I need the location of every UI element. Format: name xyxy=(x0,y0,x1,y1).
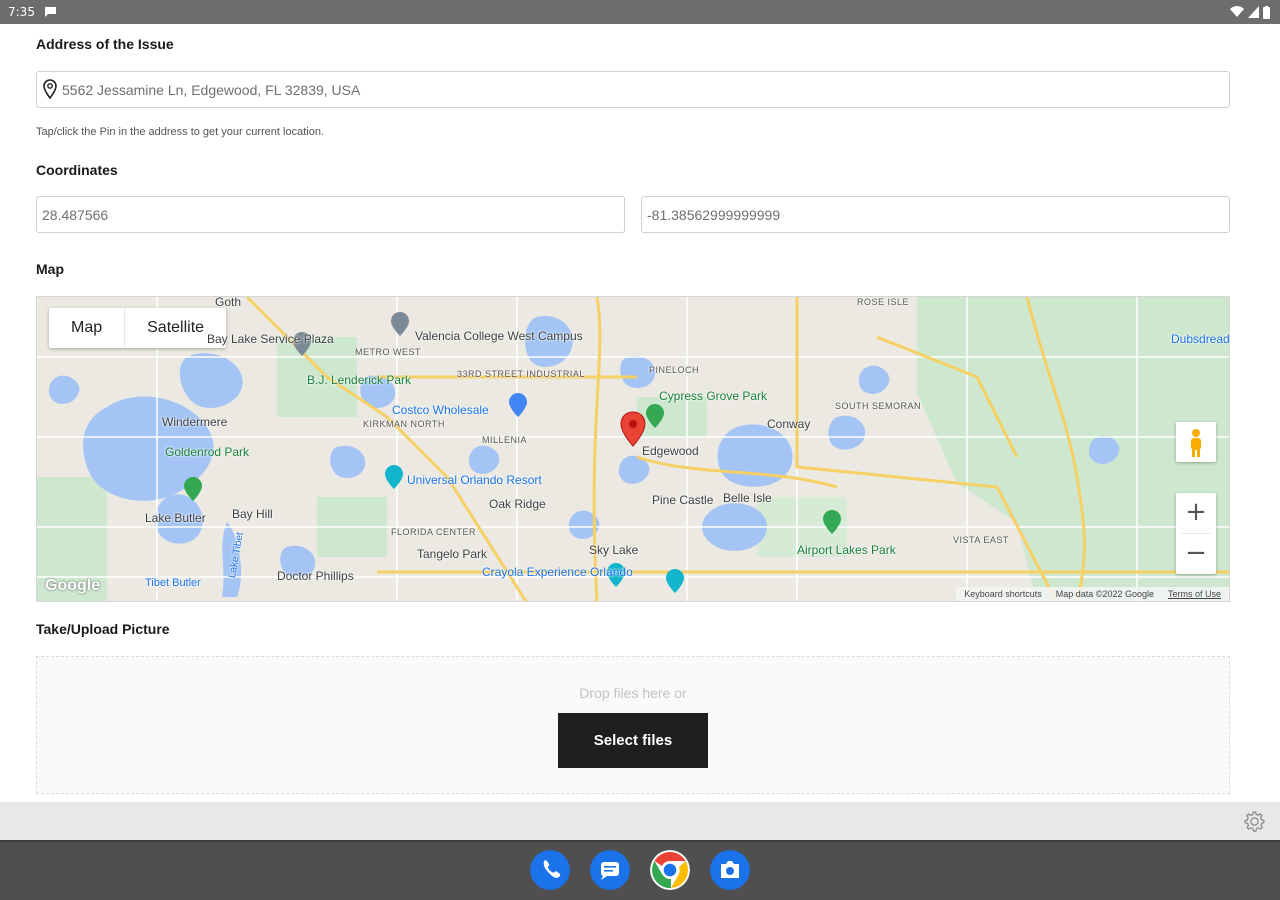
street-view-button[interactable] xyxy=(1176,422,1216,462)
battery-icon xyxy=(1263,5,1270,19)
map-attribution: Keyboard shortcuts Map data ©2022 Google… xyxy=(956,587,1229,601)
map-label-bay-lake-plaza: Bay Lake Service Plaza xyxy=(207,332,334,346)
zoom-in-button[interactable]: + xyxy=(1176,493,1216,533)
location-pin-icon[interactable] xyxy=(43,79,57,99)
phone-icon[interactable] xyxy=(530,850,570,890)
latitude-field[interactable]: 28.487566 xyxy=(36,196,625,233)
map-label-sky-lake: Sky Lake xyxy=(589,543,639,557)
map-type-control: Map Satellite xyxy=(49,308,227,348)
app-dock xyxy=(530,850,750,890)
keyboard-shortcuts-link[interactable]: Keyboard shortcuts xyxy=(964,589,1042,599)
map-label-millenia: MILLENIA xyxy=(482,435,528,445)
map-label: Map xyxy=(36,261,64,277)
drop-text: Drop files here or xyxy=(579,685,687,701)
select-files-button[interactable]: Select files xyxy=(558,713,708,768)
map-label-dubsdread: Dubsdread xyxy=(1171,332,1230,346)
address-value: 5562 Jessamine Ln, Edgewood, FL 32839, U… xyxy=(62,82,361,98)
map-label-oak-ridge: Oak Ridge xyxy=(489,497,546,511)
upload-label: Take/Upload Picture xyxy=(36,621,170,637)
map-label-conway: Conway xyxy=(767,417,811,431)
signal-icon xyxy=(1248,6,1259,18)
footer-bar xyxy=(0,802,1280,840)
longitude-value: -81.38562999999999 xyxy=(647,207,781,223)
map-label-kirkman-north: KIRKMAN NORTH xyxy=(363,419,445,429)
map-view[interactable]: Map Satellite Windermere Edgewood Conway… xyxy=(36,296,1230,602)
message-notification-icon xyxy=(45,7,56,17)
map-type-map-button[interactable]: Map xyxy=(49,308,124,348)
map-label-33rd-street: 33RD STREET INDUSTRIAL xyxy=(457,369,585,379)
map-label-lake-butler: Lake Butler xyxy=(145,511,206,525)
longitude-field[interactable]: -81.38562999999999 xyxy=(641,196,1230,233)
map-label-goth: Goth xyxy=(215,296,242,309)
latitude-value: 28.487566 xyxy=(42,207,109,223)
status-time: 7:35 xyxy=(8,5,35,19)
map-label-crayola: Crayola Experience Orlando xyxy=(482,565,633,579)
zoom-out-button[interactable]: − xyxy=(1176,534,1216,574)
coordinates-label: Coordinates xyxy=(36,162,118,178)
gear-icon[interactable] xyxy=(1242,809,1267,834)
taskbar xyxy=(0,840,1280,900)
map-label-tibet-butler: Tibet Butler xyxy=(145,577,201,589)
status-bar: 7:35 xyxy=(0,0,1280,24)
address-label: Address of the Issue xyxy=(36,36,174,52)
map-label-lenderick: B.J. Lenderick Park xyxy=(307,373,412,387)
map-label-cypress-grove: Cypress Grove Park xyxy=(659,389,768,403)
map-label-doctor-phillips: Doctor Phillips xyxy=(277,569,354,583)
map-label-edgewood: Edgewood xyxy=(642,444,699,458)
address-hint: Tap/click the Pin in the address to get … xyxy=(36,126,324,138)
map-label-bay-hill: Bay Hill xyxy=(232,507,273,521)
map-label-airport-lakes: Airport Lakes Park xyxy=(797,543,896,557)
file-dropzone[interactable]: Drop files here or Select files xyxy=(36,656,1230,794)
map-label-rose-isle: ROSE ISLE xyxy=(857,297,910,307)
pegman-icon xyxy=(1191,429,1201,457)
zoom-control: + − xyxy=(1176,493,1216,574)
map-label-costco: Costco Wholesale xyxy=(392,403,489,417)
map-label-metro-west: METRO WEST xyxy=(355,347,421,357)
camera-icon[interactable] xyxy=(710,850,750,890)
google-logo: Google xyxy=(45,577,101,594)
address-field[interactable]: 5562 Jessamine Ln, Edgewood, FL 32839, U… xyxy=(36,71,1230,108)
terms-of-use-link[interactable]: Terms of Use xyxy=(1168,589,1221,599)
map-label-universal: Universal Orlando Resort xyxy=(407,473,542,487)
map-label-florida-center: FLORIDA CENTER xyxy=(391,527,477,537)
map-label-belle-isle: Belle Isle xyxy=(723,491,772,505)
map-label-south-semoran: SOUTH SEMORAN xyxy=(835,401,922,411)
map-label-tangelo-park: Tangelo Park xyxy=(417,547,488,561)
map-label-pineloch: PINELOCH xyxy=(649,365,700,375)
status-icons xyxy=(1230,5,1270,19)
map-label-vista-east: VISTA EAST xyxy=(953,535,1009,545)
map-label-goldenrod-park: Goldenrod Park xyxy=(165,445,250,459)
messages-icon[interactable] xyxy=(590,850,630,890)
map-label-windermere: Windermere xyxy=(162,415,228,429)
report-form: Address of the Issue 5562 Jessamine Ln, … xyxy=(0,24,1280,802)
map-label-valencia: Valencia College West Campus xyxy=(415,329,583,343)
map-data-text: Map data ©2022 Google xyxy=(1055,589,1154,599)
wifi-icon xyxy=(1230,6,1244,18)
map-label-pine-castle: Pine Castle xyxy=(652,493,714,507)
chrome-icon[interactable] xyxy=(650,850,690,890)
